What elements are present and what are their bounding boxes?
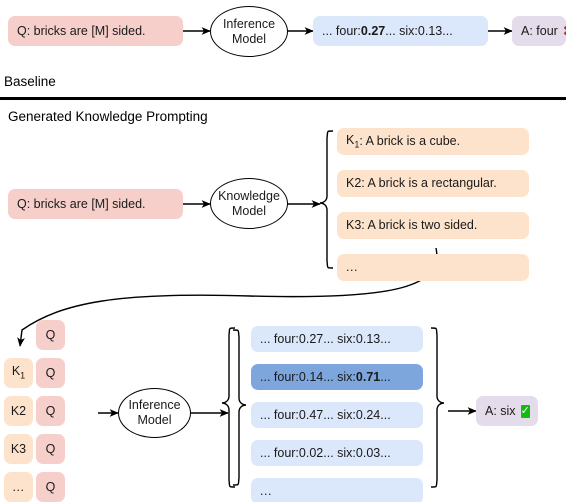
knowledge-question-text: Q: bricks are [M] sided. bbox=[17, 196, 146, 211]
knowledge-item-id: K2 bbox=[346, 176, 362, 191]
pair-1-q-box: Q bbox=[36, 320, 65, 350]
brace-knowledge-list bbox=[319, 130, 334, 269]
model-label-line2: Model bbox=[231, 31, 267, 46]
knowledge-item-id: K1 bbox=[346, 132, 360, 150]
model-label-line1: Knowledge bbox=[218, 188, 280, 203]
final-answer-text: A: six bbox=[485, 403, 516, 418]
prediction-six-value: 0.13 bbox=[355, 331, 381, 346]
bottom-prediction-2-selected: ... four: 0.14 ... six: 0.71 ... bbox=[251, 364, 423, 390]
prediction-suffix: ... bbox=[380, 369, 391, 384]
pair-k-label: ... bbox=[12, 479, 25, 494]
prediction-four-value: 0.14 bbox=[298, 369, 324, 384]
pair-k-label: K1 bbox=[11, 364, 26, 381]
prediction-middle: ... six: bbox=[323, 369, 356, 384]
knowledge-item-text: : A brick is a cube. bbox=[359, 134, 461, 149]
knowledge-item-text: ... bbox=[346, 260, 358, 275]
pair-k-label: K3 bbox=[10, 441, 27, 456]
pair-5-q-box: Q bbox=[36, 472, 65, 502]
knowledge-model-node: Knowledge Model bbox=[210, 178, 288, 229]
prediction-six-value: 0.24 bbox=[355, 407, 381, 422]
pair-q-label: Q bbox=[45, 365, 56, 380]
prediction-prefix: ... four: bbox=[260, 445, 299, 460]
pair-k-label: K2 bbox=[10, 403, 27, 418]
prediction-middle: ... six: bbox=[323, 445, 356, 460]
baseline-prediction-box: ... four: 0.27 ... six: 0.13 ... bbox=[313, 16, 488, 46]
bottom-inference-model-node: Inference Model bbox=[118, 388, 191, 438]
baseline-section-label: Baseline bbox=[4, 74, 56, 89]
pair-q-label: Q bbox=[45, 479, 56, 494]
baseline-question-text: Q: bricks are [M] sided. bbox=[17, 23, 146, 38]
prediction-middle: ... six: bbox=[323, 407, 356, 422]
brace-predictions-right bbox=[430, 327, 445, 488]
prediction-middle: ... six: bbox=[323, 331, 356, 346]
pair-q-label: Q bbox=[45, 403, 56, 418]
baseline-answer-text: A: four bbox=[521, 23, 558, 38]
prediction-suffix: ... bbox=[380, 407, 391, 422]
pair-2-k-box: K1 bbox=[4, 358, 33, 388]
bottom-prediction-ellipsis: ... bbox=[251, 478, 423, 502]
prediction-prefix: ... four: bbox=[260, 331, 299, 346]
knowledge-item-id: K3 bbox=[346, 218, 362, 233]
knowledge-item-3: K3: A brick is two sided. bbox=[337, 212, 529, 239]
prediction-six-value: 0.71 bbox=[355, 369, 381, 384]
model-label-line2: Model bbox=[137, 413, 172, 427]
knowledge-item-text: : A brick is two sided. bbox=[361, 218, 478, 233]
bottom-prediction-4: ... four: 0.02 ... six: 0.03 ... bbox=[251, 440, 423, 466]
prediction-middle: ... six: bbox=[385, 23, 418, 38]
bottom-prediction-1: ... four: 0.27 ... six: 0.13 ... bbox=[251, 326, 423, 352]
figure-canvas: Q: bricks are [M] sided. Inference Model… bbox=[0, 0, 566, 502]
section-divider bbox=[0, 97, 566, 100]
prediction-prefix: ... four: bbox=[260, 369, 299, 384]
prediction-suffix: ... bbox=[380, 331, 391, 346]
bottom-prediction-3: ... four: 0.47 ... six: 0.24 ... bbox=[251, 402, 423, 428]
knowledge-item-2: K2: A brick is a rectangular. bbox=[337, 170, 529, 197]
check-mark-icon: ✓ bbox=[520, 404, 530, 418]
model-label-line1: Inference bbox=[128, 398, 181, 413]
pair-q-label: Q bbox=[45, 441, 56, 456]
prediction-prefix: ... bbox=[260, 483, 272, 498]
baseline-question-box: Q: bricks are [M] sided. bbox=[8, 16, 183, 46]
knowledge-question-box: Q: bricks are [M] sided. bbox=[8, 189, 183, 219]
final-answer-box: A: six ✓ bbox=[476, 396, 538, 426]
knowledge-item-1: K1: A brick is a cube. bbox=[337, 128, 529, 155]
baseline-answer-box: A: four ✖ bbox=[512, 16, 566, 46]
prediction-suffix: ... bbox=[442, 23, 453, 38]
brace-pair-column bbox=[232, 329, 247, 486]
prediction-four-value: 0.27 bbox=[298, 331, 324, 346]
prediction-prefix: ... four: bbox=[260, 407, 299, 422]
pair-4-k-box: K3 bbox=[4, 434, 33, 464]
pair-5-k-box: ... bbox=[4, 472, 33, 502]
pair-3-k-box: K2 bbox=[4, 396, 33, 426]
prediction-prefix: ... four: bbox=[322, 23, 361, 38]
pair-q-label: Q bbox=[45, 327, 56, 342]
prediction-four-value: 0.47 bbox=[298, 407, 324, 422]
prediction-suffix: ... bbox=[380, 445, 391, 460]
model-label-line2: Model bbox=[231, 203, 267, 218]
knowledge-item-ellipsis: ... bbox=[337, 254, 529, 281]
brace-predictions-left bbox=[221, 327, 236, 488]
prediction-six-value: 0.13 bbox=[417, 23, 443, 38]
pair-4-q-box: Q bbox=[36, 434, 65, 464]
prediction-four-value: 0.27 bbox=[360, 23, 386, 38]
baseline-inference-model-node: Inference Model bbox=[210, 6, 288, 57]
pair-3-q-box: Q bbox=[36, 396, 65, 426]
gkp-section-label: Generated Knowledge Prompting bbox=[8, 109, 208, 124]
prediction-four-value: 0.02 bbox=[298, 445, 324, 460]
model-label-line1: Inference bbox=[222, 16, 276, 31]
prediction-six-value: 0.03 bbox=[355, 445, 381, 460]
knowledge-item-text: : A brick is a rectangular. bbox=[361, 176, 497, 191]
pair-k-subscript: 1 bbox=[20, 370, 26, 381]
pair-2-q-box: Q bbox=[36, 358, 65, 388]
